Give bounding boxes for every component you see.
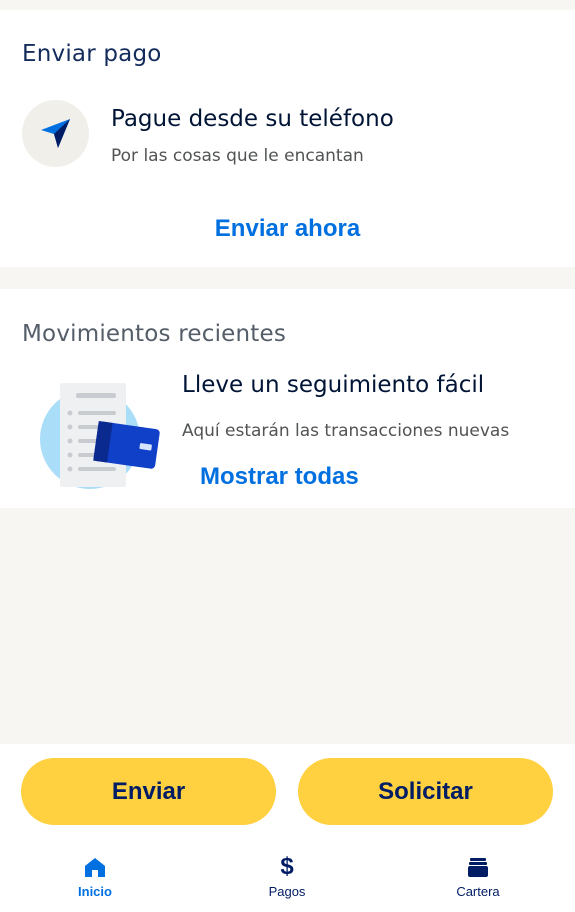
nav-label-home: Inicio bbox=[78, 884, 112, 899]
dollar-icon: $ bbox=[280, 853, 294, 880]
activity-card-headline: Lleve un seguimiento fácil bbox=[182, 372, 485, 398]
send-payment-card: Enviar pago Pague desde su teléfono Por … bbox=[0, 10, 575, 267]
bottom-bar: Enviar Solicitar Inicio $ Pagos Cartera bbox=[0, 744, 575, 912]
nav-item-payments[interactable]: $ Pagos bbox=[227, 853, 347, 900]
receipt-card-illustration bbox=[38, 381, 163, 491]
show-all-link[interactable]: Mostrar todas bbox=[200, 463, 359, 491]
app-screen: Enviar pago Pague desde su teléfono Por … bbox=[0, 0, 575, 912]
send-button[interactable]: Enviar bbox=[21, 758, 276, 825]
wallet-icon bbox=[418, 854, 538, 880]
send-card-subtitle: Por las cosas que le encantan bbox=[111, 146, 364, 166]
nav-item-home[interactable]: Inicio bbox=[35, 854, 155, 899]
send-card-headline: Pague desde su teléfono bbox=[111, 106, 394, 132]
send-now-link[interactable]: Enviar ahora bbox=[0, 215, 575, 243]
nav-label-wallet: Cartera bbox=[456, 884, 500, 899]
paper-plane-icon bbox=[22, 100, 89, 167]
send-card-title: Enviar pago bbox=[22, 41, 162, 67]
nav-label-payments: Pagos bbox=[268, 884, 306, 899]
activity-card-title: Movimientos recientes bbox=[22, 321, 287, 347]
home-icon bbox=[35, 854, 155, 880]
recent-activity-card: Movimientos recientes Lleve un seguimien… bbox=[0, 289, 575, 508]
request-button[interactable]: Solicitar bbox=[298, 758, 553, 825]
nav-item-wallet[interactable]: Cartera bbox=[418, 854, 538, 899]
activity-card-subtitle: Aquí estarán las transacciones nuevas bbox=[182, 421, 510, 441]
